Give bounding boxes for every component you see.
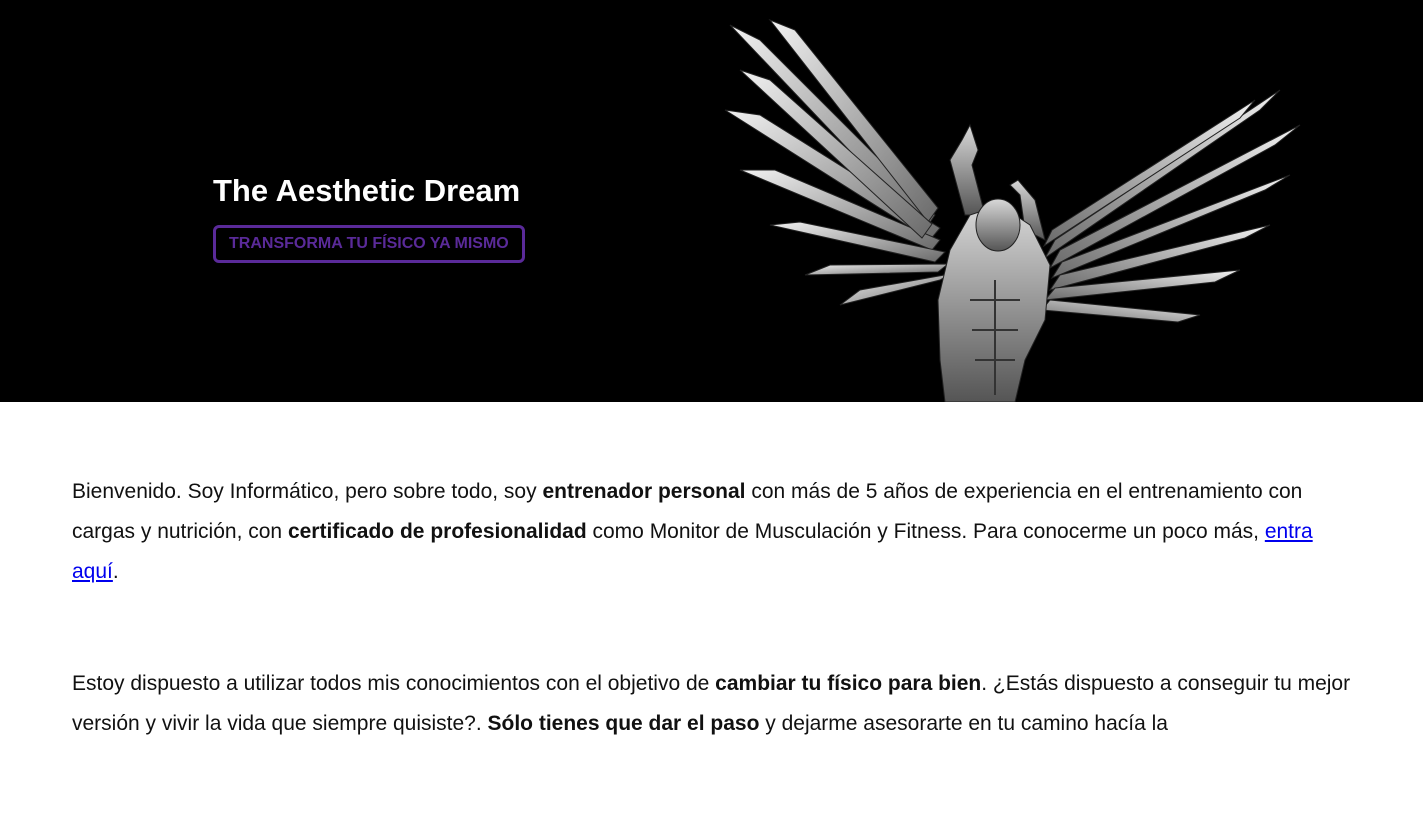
- intro-paragraph-1: Bienvenido. Soy Informático, pero sobre …: [72, 472, 1362, 592]
- intro-paragraph-2: Estoy dispuesto a utilizar todos mis con…: [72, 664, 1362, 744]
- transform-cta-button[interactable]: TRANSFORMA TU FÍSICO YA MISMO: [213, 225, 525, 263]
- intro-content: Bienvenido. Soy Informático, pero sobre …: [72, 472, 1362, 816]
- bold-text: cambiar tu físico para bien: [715, 672, 982, 695]
- intro-text: Estoy dispuesto a utilizar todos mis con…: [72, 672, 716, 695]
- hero-banner: The Aesthetic Dream TRANSFORMA TU FÍSICO…: [0, 0, 1423, 402]
- site-title: The Aesthetic Dream: [213, 173, 521, 208]
- hero-text-block: The Aesthetic Dream TRANSFORMA TU FÍSICO…: [213, 172, 525, 263]
- bold-text: certificado de profesionalidad: [287, 520, 587, 543]
- winged-man-image: [724, 18, 1301, 402]
- intro-text: .: [112, 560, 119, 583]
- right-wing: [1041, 89, 1301, 323]
- intro-text: Bienvenido. Soy Informático, pero sobre …: [72, 480, 543, 503]
- bold-text: entrenador personal: [542, 480, 746, 503]
- intro-text: como Monitor de Musculación y Fitness. P…: [586, 520, 1265, 543]
- bold-text: Sólo tienes que dar el paso: [487, 712, 760, 735]
- intro-text: y dejarme asesorarte en tu camino hacía …: [759, 712, 1168, 735]
- left-wing: [724, 18, 951, 306]
